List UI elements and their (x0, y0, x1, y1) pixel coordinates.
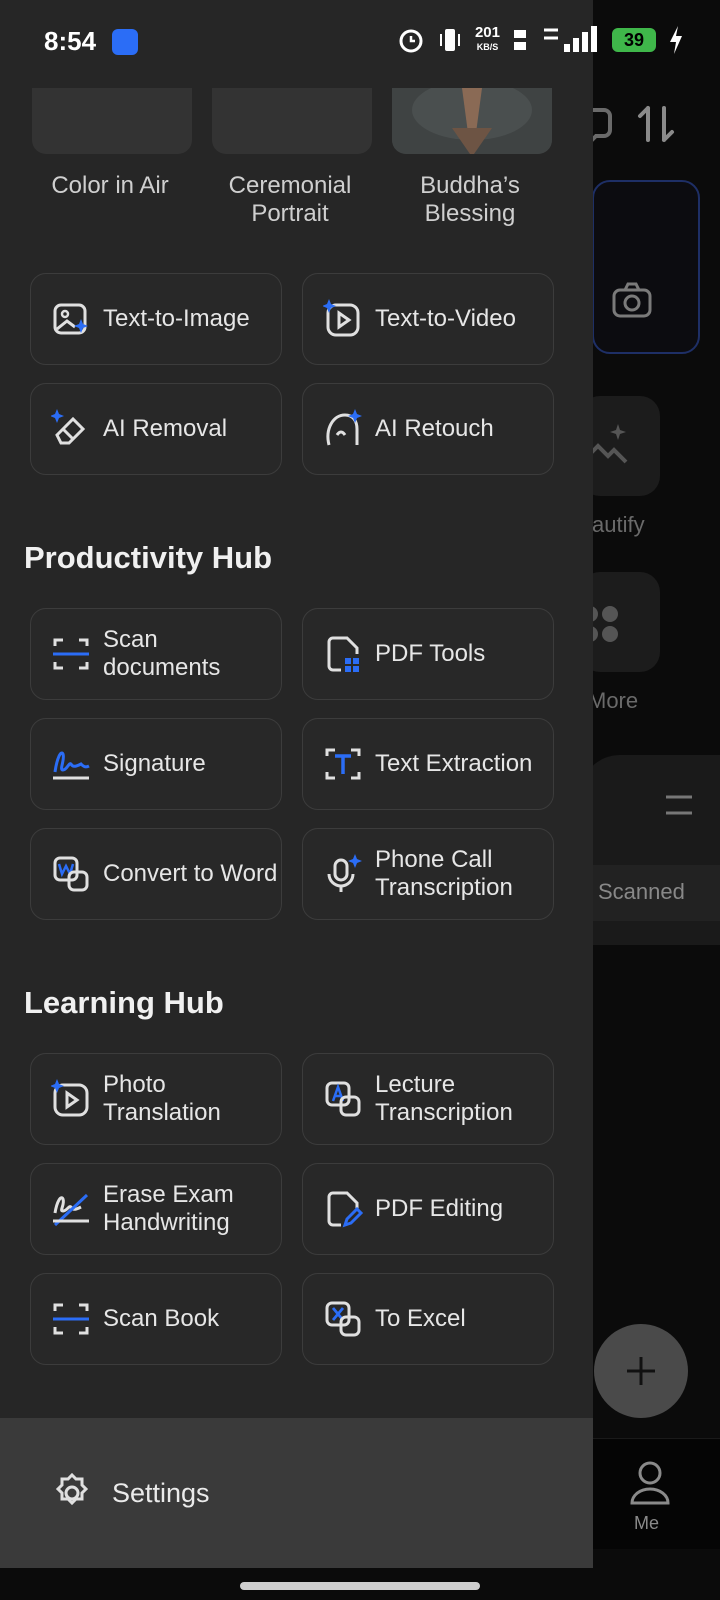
tool-ai-retouch[interactable]: AI Retouch (302, 383, 554, 475)
alarm-icon (399, 29, 423, 53)
photo-translate-icon (51, 1079, 89, 1117)
tool-label: AI Removal (103, 415, 228, 442)
pdf-tools-icon (327, 636, 359, 672)
gallery-label: Buddha’s Blessing (420, 172, 520, 227)
eraser-icon (51, 409, 86, 445)
more-label: More (588, 688, 639, 713)
tool-label: PDF Editing (375, 1195, 504, 1222)
me-icon[interactable] (628, 1459, 672, 1507)
tool-label: Photo Translation (103, 1071, 221, 1126)
scan-icon (53, 638, 89, 670)
tool-label: Erase Exam Handwriting (103, 1181, 234, 1236)
lecture-icon (325, 1081, 361, 1117)
tool-scan-book[interactable]: Scan Book (30, 1273, 282, 1365)
word-convert-icon (53, 856, 89, 892)
me-tab-label[interactable]: Me (634, 1513, 659, 1534)
background-scan-card[interactable] (592, 180, 700, 354)
tool-label: Lecture Transcription (375, 1071, 513, 1126)
tool-label: To Excel (375, 1305, 466, 1332)
productivity-hub-title: Productivity Hub (24, 540, 273, 575)
tool-pdf-tools[interactable]: PDF Tools (302, 608, 554, 700)
tool-label: PDF Tools (375, 640, 486, 667)
tool-label: Phone Call Transcription (375, 846, 513, 901)
tool-label: Scan documents (103, 626, 221, 681)
gallery-label: Color in Air (51, 172, 169, 199)
plus-icon (627, 1357, 655, 1385)
network-speed: 201 KB/S (474, 24, 500, 52)
tool-label: Convert to Word (103, 860, 278, 887)
video-sparkle-icon (323, 299, 360, 337)
tool-ai-removal[interactable]: AI Removal (30, 383, 282, 475)
learning-hub-title: Learning Hub (24, 985, 224, 1020)
scan-book-icon (53, 1303, 89, 1335)
signature-icon (53, 751, 90, 780)
tool-signature[interactable]: Signature (30, 718, 282, 810)
tool-lecture-transcription[interactable]: Lecture Transcription (302, 1053, 554, 1145)
text-extract-icon (325, 748, 361, 780)
gallery-thumb-buddhas-blessing[interactable] (392, 88, 552, 154)
tool-to-excel[interactable]: To Excel (302, 1273, 554, 1365)
camera-icon (612, 282, 652, 318)
add-button[interactable] (594, 1324, 688, 1418)
tool-text-to-image[interactable]: Text-to-Image (30, 273, 282, 365)
settings-button[interactable]: Settings (0, 1418, 593, 1568)
signal-5g-icon (544, 26, 597, 52)
tool-scan-documents[interactable]: Scan documents (30, 608, 282, 700)
side-drawer: Color in Air Ceremonial Portrait Buddha’… (0, 0, 593, 1568)
gallery-thumb-color-in-air[interactable] (32, 88, 192, 154)
pdf-edit-icon (327, 1191, 363, 1228)
image-sparkle-icon (53, 303, 88, 335)
charging-icon (670, 26, 682, 54)
tool-label: Text-to-Image (103, 305, 250, 332)
gear-icon (55, 1472, 89, 1506)
retouch-face-icon (326, 409, 362, 446)
tool-label: Signature (103, 750, 206, 777)
tool-label: AI Retouch (375, 415, 494, 442)
settings-label: Settings (112, 1477, 210, 1508)
status-time: 8:54 (44, 26, 97, 56)
background-files-panel: Scanned (580, 755, 720, 945)
volte-icon (514, 30, 526, 50)
home-indicator[interactable] (240, 1582, 480, 1590)
beautify-label: autify (592, 512, 645, 537)
tool-photo-translation[interactable]: Photo Translation (30, 1053, 282, 1145)
gallery-label: Ceremonial Portrait (228, 172, 352, 227)
vibrate-icon (439, 29, 460, 51)
erase-handwriting-icon (53, 1193, 89, 1227)
tool-label: Text Extraction (375, 750, 533, 777)
tool-erase-exam-handwriting[interactable]: Erase Exam Handwriting (30, 1163, 282, 1255)
menu-icon[interactable] (664, 795, 694, 815)
praying-hands-image (392, 88, 552, 154)
status-bar: 8:54 201 KB/S 39 (0, 0, 720, 84)
tool-pdf-editing[interactable]: PDF Editing (302, 1163, 554, 1255)
app-notification-icon (112, 29, 138, 55)
tool-phone-call-transcription[interactable]: Phone Call Transcription (302, 828, 554, 920)
scanned-tab[interactable]: Scanned (598, 879, 685, 905)
gallery-thumb-ceremonial-portrait[interactable] (212, 88, 372, 154)
excel-icon (325, 1301, 361, 1337)
tool-text-to-video[interactable]: Text-to-Video (302, 273, 554, 365)
sort-icon[interactable] (636, 104, 676, 144)
mic-sparkle-icon (327, 854, 362, 892)
tool-label: Scan Book (103, 1305, 220, 1332)
tool-convert-to-word[interactable]: Convert to Word (30, 828, 282, 920)
bottom-tab-bar: Me (580, 1438, 720, 1549)
battery-level: 39 (612, 28, 656, 52)
tool-text-extraction[interactable]: Text Extraction (302, 718, 554, 810)
tool-label: Text-to-Video (375, 305, 516, 332)
